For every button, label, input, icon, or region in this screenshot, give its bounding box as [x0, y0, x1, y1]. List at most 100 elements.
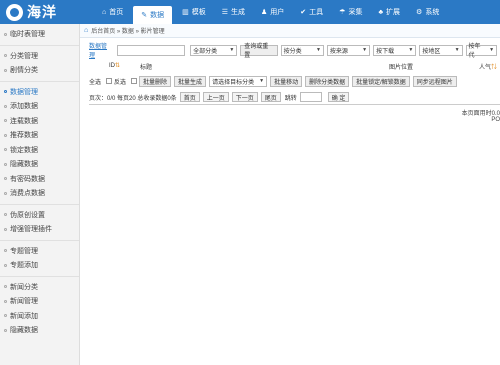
sidebar-item-locked-data[interactable]: 锁定数据	[0, 143, 79, 158]
sidebar-item-enhanced-plugin[interactable]: 增强管理插件	[0, 222, 79, 237]
sort-download-select[interactable]: 按下载 ▼	[373, 44, 417, 56]
prev-page-button[interactable]: 上一页	[202, 92, 229, 102]
sort-category-select[interactable]: 按分类 ▼	[280, 44, 324, 56]
search-input[interactable]	[116, 44, 186, 56]
column-id[interactable]: ID⇅	[109, 62, 120, 69]
nav-label: 扩展	[386, 9, 401, 16]
sidebar-item-news-manage[interactable]: 新闻管理	[0, 294, 79, 309]
column-image-location: 图片位置	[389, 62, 413, 71]
batch-lock-unlock-button[interactable]: 批量锁定/解锁数据	[352, 75, 410, 87]
sidebar-item-topic-add[interactable]: 专题添加	[0, 258, 79, 273]
sidebar-item-hidden-data[interactable]: 隐藏数据	[0, 157, 79, 172]
sidebar-item-label: 剧情分类	[10, 67, 38, 75]
jump-label: 跳转	[284, 95, 297, 102]
sidebar-item-plot-category[interactable]: 剧情分类	[0, 63, 79, 78]
bullet-icon	[4, 119, 7, 123]
nav-tools[interactable]: ✔ 工具	[294, 0, 329, 24]
sidebar-item-password-data[interactable]: 有密码数据	[0, 172, 79, 187]
nav-system[interactable]: ⚙ 系统	[410, 0, 445, 24]
sidebar-item-news-hidden[interactable]: 隐藏数据	[0, 323, 79, 338]
nav-extend[interactable]: ♣ 扩展	[372, 0, 406, 24]
sidebar-item-add-data[interactable]: 添加数据	[0, 99, 79, 114]
sidebar-item-data-manage[interactable]: 数据管理	[0, 85, 79, 100]
sidebar-item-serial-data[interactable]: 连载数据	[0, 114, 79, 129]
sidebar-item-topic-manage[interactable]: 专题管理	[0, 244, 79, 259]
jump-confirm-button[interactable]: 确 定	[327, 92, 350, 102]
sidebar-item-news-category[interactable]: 新闻分类	[0, 280, 79, 295]
logo-icon	[6, 3, 23, 21]
divider	[89, 104, 500, 105]
jump-page-input[interactable]	[299, 92, 322, 102]
sort-region-value: 按地区	[422, 48, 441, 55]
batch-action-bar: 全选 反选 批量删除 批量生成 请选择目标分类 ▼ 批量移动 删除分类数据 批量锁…	[89, 74, 460, 88]
invert-checkbox[interactable]	[131, 78, 138, 84]
bullet-icon	[4, 249, 7, 253]
nav-data[interactable]: ✎ 数据	[133, 6, 173, 24]
caret-down-icon: ▼	[229, 47, 235, 53]
powered-by-text: PO	[491, 117, 500, 123]
home-icon[interactable]: ⌂	[84, 27, 88, 34]
category-select[interactable]: 全部分类 ▼	[190, 44, 238, 56]
target-category-select[interactable]: 请选择目标分类 ▼	[209, 75, 268, 87]
sidebar-item-label: 消费点数据	[10, 190, 45, 198]
sidebar-item-news-add[interactable]: 新闻添加	[0, 309, 79, 324]
sort-region-select[interactable]: 按地区 ▼	[419, 44, 463, 56]
bullet-icon	[4, 191, 7, 195]
sidebar-item-label: 临时表管理	[10, 31, 45, 39]
pagination: 页次：0/0 每页20 总收录数据0条 首页 上一页 下一页 尾页 跳转 确 定	[89, 91, 350, 103]
sidebar-item-category[interactable]: 分类管理	[0, 49, 79, 64]
nav-label: 工具	[309, 9, 324, 16]
table-header: ID⇅ 标题 图片位置 人气⇅	[89, 60, 500, 71]
sidebar-item-label: 新闻添加	[10, 312, 38, 320]
list-icon: ☰	[221, 9, 229, 16]
sidebar-item-label: 推荐数据	[10, 132, 38, 140]
nav-home[interactable]: ⌂ 首页	[96, 0, 129, 24]
top-bar: 海洋 ⌂ 首页 ✎ 数据 ▥ 模板 ☰ 生成 ♟ 用户 ✔ 工具 ☂ 采集 ♣ 扩展 ⚙ 系统	[0, 0, 500, 24]
batch-generate-button[interactable]: 批量生成	[174, 75, 207, 87]
nav-template[interactable]: ▥ 模板	[176, 0, 212, 24]
sort-category-value: 按分类	[283, 48, 302, 55]
nav-label: 用户	[270, 9, 285, 16]
sidebar-item-label: 专题添加	[10, 262, 38, 270]
batch-move-button[interactable]: 批量移动	[270, 75, 303, 87]
select-all-checkbox[interactable]	[106, 78, 113, 84]
caret-down-icon: ▼	[454, 47, 460, 53]
nav-label: 系统	[425, 9, 440, 16]
sidebar-item-label: 连载数据	[10, 117, 38, 125]
sidebar-item-label: 伪原创设置	[10, 211, 45, 219]
first-page-button[interactable]: 首页	[179, 92, 200, 102]
sync-remote-images-button[interactable]: 同步远程图片	[412, 75, 457, 87]
bullet-icon	[4, 133, 7, 137]
sidebar-item-temp-table[interactable]: 临时表管理	[0, 27, 79, 42]
wrench-icon: ✔	[300, 9, 307, 16]
breadcrumb-text: 后台首页 » 数据 » 影片管理	[91, 29, 165, 35]
sidebar-item-points-data[interactable]: 消费点数据	[0, 186, 79, 201]
filter-label[interactable]: 数据管理	[89, 41, 113, 59]
column-title: 标题	[140, 62, 152, 71]
sidebar-item-recommend-data[interactable]: 推荐数据	[0, 128, 79, 143]
user-icon: ♟	[261, 9, 268, 16]
column-popularity[interactable]: 人气⇅	[479, 62, 497, 71]
bullet-icon	[4, 263, 7, 267]
sort-source-select[interactable]: 按来源 ▼	[326, 44, 371, 56]
filter-bar: 数据管理 全部分类 ▼ 查询或重置 按分类 ▼ 按来源 ▼ 按下载 ▼ 按地区 ▼ 按年代…	[89, 41, 500, 59]
nav-label: 生成	[231, 9, 246, 16]
bullet-icon	[4, 68, 7, 72]
sidebar-group: 专题管理 专题添加	[0, 241, 79, 277]
query-reset-button[interactable]: 查询或重置	[240, 44, 278, 59]
caret-down-icon: ▼	[408, 47, 414, 53]
sort-year-select[interactable]: 按年代 ▼	[465, 44, 498, 59]
delete-category-data-button[interactable]: 删除分类数据	[305, 75, 350, 87]
sort-icon[interactable]: ⇅	[491, 65, 497, 71]
sidebar-group: 数据管理 添加数据 连载数据 推荐数据 锁定数据 隐藏数据 有密码数据 消费点数…	[0, 82, 79, 205]
nav-collect[interactable]: ☂ 采集	[333, 0, 368, 24]
sidebar-item-pseudo-original[interactable]: 伪原创设置	[0, 208, 79, 223]
batch-delete-button[interactable]: 批量删除	[139, 75, 172, 87]
next-page-button[interactable]: 下一页	[231, 92, 258, 102]
nav-generate[interactable]: ☰ 生成	[216, 0, 251, 24]
nav-user[interactable]: ♟ 用户	[255, 0, 290, 24]
sort-icon[interactable]: ⇅	[115, 63, 120, 69]
last-page-button[interactable]: 尾页	[260, 92, 281, 102]
sidebar-item-label: 数据管理	[10, 88, 38, 96]
bullet-icon	[4, 162, 7, 166]
